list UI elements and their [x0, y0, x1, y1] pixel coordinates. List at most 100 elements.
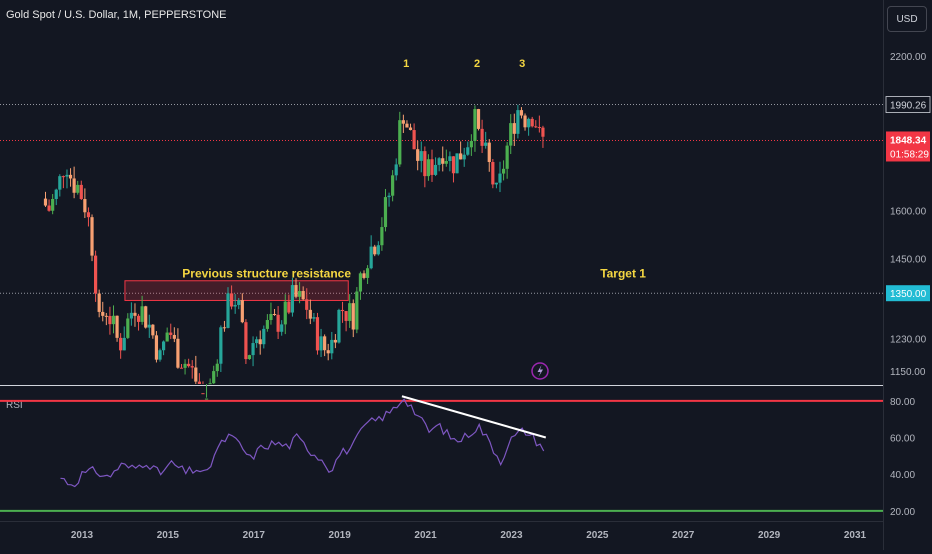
candle[interactable] [111, 305, 116, 334]
candle[interactable] [144, 305, 148, 329]
candle[interactable] [208, 378, 212, 385]
candle[interactable] [451, 156, 456, 183]
candle[interactable] [104, 312, 108, 326]
candle[interactable] [258, 330, 262, 355]
candle[interactable] [437, 157, 441, 172]
candle[interactable] [473, 105, 477, 152]
candle[interactable] [498, 161, 502, 193]
candle[interactable] [244, 319, 248, 364]
candle[interactable] [251, 336, 255, 367]
rsi-line[interactable] [60, 398, 545, 488]
candle[interactable] [426, 154, 431, 181]
candle[interactable] [136, 313, 141, 331]
candle[interactable] [491, 158, 495, 189]
lightning-icon[interactable] [531, 362, 549, 380]
candle[interactable] [530, 116, 534, 128]
candle[interactable] [122, 326, 126, 351]
candle[interactable] [408, 123, 413, 131]
candle[interactable] [115, 315, 119, 342]
candle[interactable] [537, 115, 541, 133]
candle[interactable] [165, 327, 169, 342]
candle[interactable] [512, 113, 516, 147]
candle[interactable] [416, 140, 420, 171]
candle[interactable] [201, 381, 205, 395]
candle[interactable] [423, 146, 427, 188]
candle[interactable] [308, 299, 312, 325]
candle[interactable] [219, 325, 223, 373]
candle[interactable] [469, 134, 473, 156]
candle[interactable] [86, 207, 91, 227]
candle[interactable] [355, 287, 359, 334]
candle[interactable] [151, 324, 155, 339]
candle[interactable] [516, 104, 520, 139]
candle[interactable] [351, 299, 355, 338]
candle[interactable] [519, 107, 524, 119]
candle[interactable] [262, 325, 266, 349]
candle[interactable] [169, 323, 173, 340]
candle[interactable] [108, 306, 112, 335]
candle[interactable] [172, 327, 176, 343]
candle[interactable] [333, 334, 337, 349]
candle[interactable] [93, 250, 98, 302]
candle[interactable] [376, 241, 380, 256]
candle[interactable] [68, 168, 73, 187]
candle[interactable] [247, 354, 252, 360]
candles[interactable] [43, 104, 545, 400]
candle[interactable] [448, 151, 452, 172]
candle[interactable] [176, 328, 180, 369]
candle[interactable] [419, 141, 423, 173]
candle[interactable] [527, 117, 531, 136]
candle[interactable] [323, 334, 327, 357]
candle[interactable] [412, 123, 416, 150]
candle[interactable] [398, 111, 402, 167]
rsi-divergence-line[interactable] [401, 395, 547, 439]
candle[interactable] [43, 191, 48, 207]
candle[interactable] [187, 358, 191, 368]
candle[interactable] [362, 270, 366, 280]
candle[interactable] [133, 303, 137, 327]
candle[interactable] [330, 331, 334, 360]
candle[interactable] [215, 359, 219, 377]
candle[interactable] [534, 120, 538, 128]
candle[interactable] [154, 331, 159, 363]
candle[interactable] [51, 194, 55, 215]
candle[interactable] [183, 359, 187, 375]
candle[interactable] [79, 180, 83, 200]
widgets[interactable] [531, 362, 549, 380]
candle[interactable] [269, 302, 273, 325]
rsi-pane[interactable]: RSI [0, 395, 883, 512]
candle[interactable] [272, 309, 277, 316]
candle[interactable] [476, 108, 481, 131]
candle[interactable] [83, 188, 87, 219]
candle[interactable] [405, 120, 409, 128]
candle[interactable] [161, 340, 166, 356]
candle[interactable] [72, 166, 76, 199]
candle[interactable] [523, 113, 527, 131]
candle[interactable] [90, 214, 94, 262]
candle[interactable] [312, 312, 316, 322]
candle[interactable] [365, 265, 370, 285]
candle[interactable] [430, 149, 434, 182]
candle[interactable] [441, 146, 445, 172]
candle[interactable] [204, 384, 209, 400]
candle[interactable] [47, 199, 51, 212]
candle[interactable] [276, 306, 280, 339]
candle[interactable] [373, 244, 377, 257]
candle[interactable] [197, 373, 201, 384]
candle[interactable] [387, 192, 391, 207]
candle[interactable] [194, 355, 198, 384]
candle[interactable] [505, 142, 509, 179]
candle[interactable] [462, 147, 466, 167]
candle[interactable] [126, 313, 130, 339]
candle[interactable] [255, 336, 259, 348]
candle[interactable] [383, 188, 388, 232]
candle[interactable] [315, 312, 320, 355]
currency-button[interactable]: USD [887, 6, 927, 32]
resistance-zone[interactable] [124, 280, 349, 301]
candle[interactable] [455, 153, 459, 174]
candle[interactable] [380, 217, 384, 251]
candle[interactable] [58, 174, 62, 197]
candle[interactable] [265, 314, 269, 332]
candle[interactable] [129, 302, 133, 326]
candle[interactable] [190, 360, 194, 379]
